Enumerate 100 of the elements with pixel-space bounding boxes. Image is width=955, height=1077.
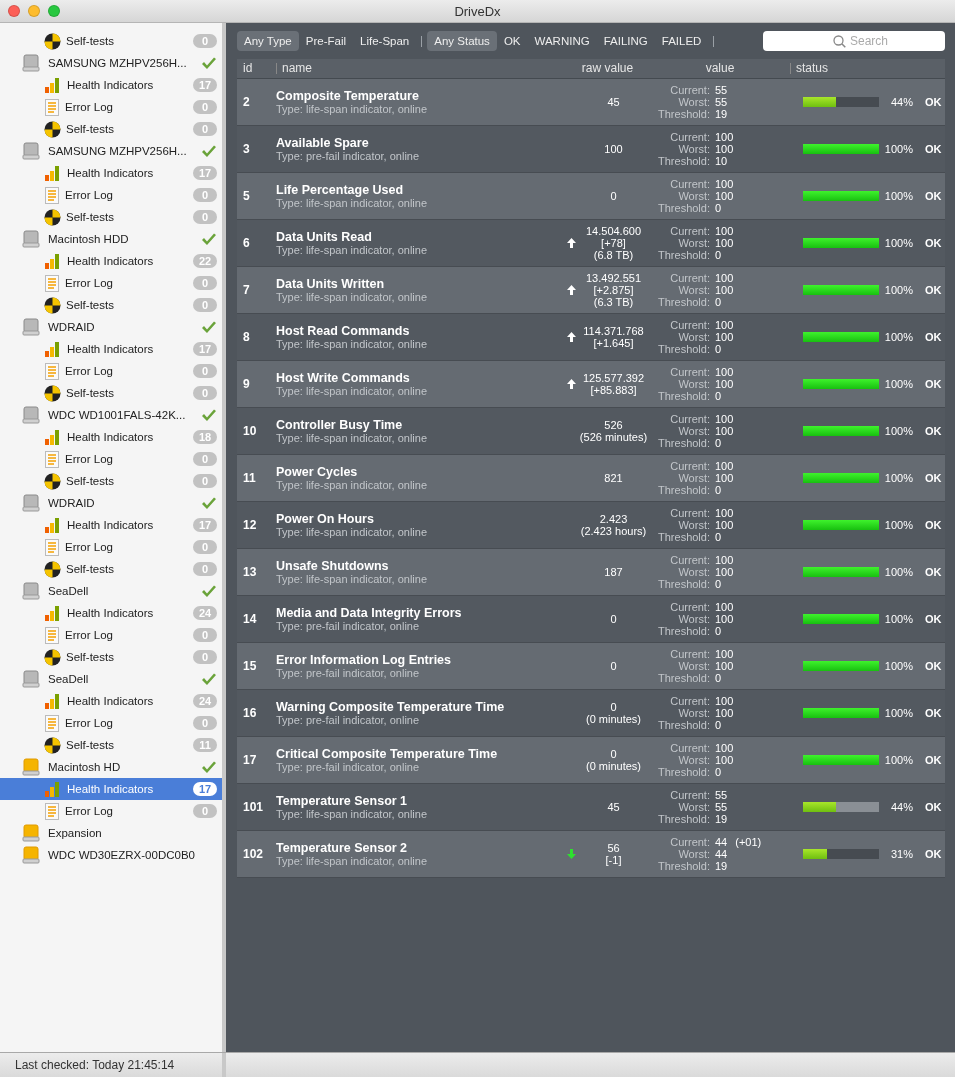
drive-item[interactable]: WDRAID <box>0 316 222 338</box>
value-number: 0 <box>715 249 723 261</box>
item-label: Health Indicators <box>67 343 155 355</box>
indicator-type: Type: life-span indicator, online <box>276 479 429 491</box>
table-row[interactable]: 102 Temperature Sensor 2 Type: life-span indicator, online 56 [-1] Current: 44 (+01) Worst: 44 Threshold: 19 31% OK <box>237 831 945 878</box>
drive-item[interactable]: WDRAID <box>0 492 222 514</box>
sidebar-item[interactable]: Health Indicators 22 <box>0 250 222 272</box>
sidebar-item[interactable]: Self-tests 0 <box>0 558 222 580</box>
drive-item[interactable]: SeaDell <box>0 668 222 690</box>
sidebar-item[interactable]: Self-tests 0 <box>0 30 222 52</box>
id-cell-text: 11 <box>242 471 257 485</box>
sidebar-item[interactable]: Self-tests 0 <box>0 118 222 140</box>
indicator-name: Available Spare <box>276 136 370 150</box>
zoom-button[interactable] <box>48 5 60 17</box>
test-target-icon <box>44 384 61 402</box>
test-target-icon <box>44 296 61 314</box>
percent-text: 100% <box>883 425 913 437</box>
filter-tab[interactable]: Pre-Fail <box>298 31 353 51</box>
sidebar-item[interactable]: Error Log 0 <box>0 712 222 734</box>
sidebar-item[interactable]: Health Indicators 17 <box>0 162 222 184</box>
drive-item[interactable]: Macintosh HDD <box>0 228 222 250</box>
table-row[interactable]: 6 Data Units Read Type: life-span indicator, online 14.504.600 [+78] (6.8 TB) Current: 100 Worst: 100 Threshold: 0 100% OK <box>237 220 945 267</box>
sidebar-item[interactable]: Error Log 0 <box>0 184 222 206</box>
sidebar-item[interactable]: Error Log 0 <box>0 448 222 470</box>
table-row[interactable]: 17 Critical Composite Temperature Time Type: pre-fail indicator, online 0 (0 minutes) Current: 100 Worst: 100 Threshold: 0 100% OK <box>237 737 945 784</box>
sidebar-item[interactable]: Error Log 0 <box>0 96 222 118</box>
column-header[interactable]: value <box>650 63 790 74</box>
raw-value: (6.8 TB) <box>593 249 634 261</box>
filter-tab[interactable]: Any Status <box>427 31 497 51</box>
sidebar-item[interactable]: Health Indicators 17 <box>0 778 222 800</box>
sidebar-item[interactable]: Error Log 0 <box>0 360 222 382</box>
sidebar-item[interactable]: Self-tests 0 <box>0 206 222 228</box>
value-label: Worst: <box>677 707 710 719</box>
table-row[interactable]: 10 Controller Busy Time Type: life-span indicator, online 526 (526 minutes) Current: 100 Worst: 100 Threshold: 0 100% OK <box>237 408 945 455</box>
count-badge: 0 <box>193 474 217 488</box>
sidebar-item[interactable]: Self-tests 0 <box>0 646 222 668</box>
table-row[interactable]: 2 Composite Temperature Type: life-span indicator, online 45 Current: 55 Worst: 55 Threshold: 19 44% OK <box>237 79 945 126</box>
item-label: Health Indicators <box>67 79 155 91</box>
sidebar-item[interactable]: Self-tests 11 <box>0 734 222 756</box>
sidebar-item[interactable]: Error Log 0 <box>0 624 222 646</box>
search-field[interactable]: Search <box>763 31 945 51</box>
sidebar-item[interactable]: Error Log 0 <box>0 800 222 822</box>
sidebar-item[interactable]: Health Indicators 24 <box>0 602 222 624</box>
window-title: DriveDx <box>454 3 501 19</box>
value-label: Threshold: <box>657 578 710 590</box>
drive-item[interactable]: SeaDell <box>0 580 222 602</box>
sidebar-item[interactable]: Error Log 0 <box>0 536 222 558</box>
drive-item[interactable]: SAMSUNG MZHPV256H... <box>0 140 222 162</box>
item-label: Self-tests <box>66 739 115 751</box>
table-row[interactable]: 16 Warning Composite Temperature Time Type: pre-fail indicator, online 0 (0 minutes) Current: 100 Worst: 100 Threshold: 0 100% OK <box>237 690 945 737</box>
percent-text: 100% <box>883 613 913 625</box>
filter-tab[interactable]: Life-Span <box>353 31 417 51</box>
sidebar-item[interactable]: Health Indicators 18 <box>0 426 222 448</box>
drive-item[interactable]: WDC WD1001FALS-42K... <box>0 404 222 426</box>
sidebar-item[interactable]: Health Indicators 24 <box>0 690 222 712</box>
table-row[interactable]: 8 Host Read Commands Type: life-span indicator, online 114.371.768 [+1.645] Current: 100 Worst: 100 Threshold: 0 100% OK <box>237 314 945 361</box>
filter-tab[interactable]: WARNING <box>527 31 597 51</box>
table-row[interactable]: 12 Power On Hours Type: life-span indicator, online 2.423 (2.423 hours) Current: 100 Worst: 100 Threshold: 0 100% OK <box>237 502 945 549</box>
sidebar-item[interactable]: Health Indicators 17 <box>0 74 222 96</box>
status-text: OK <box>925 848 942 860</box>
raw-value: 187 <box>604 566 623 578</box>
table-row[interactable]: 9 Host Write Commands Type: life-span indicator, online 125.577.392 [+85.883] Current: 100 Worst: 100 Threshold: 0 100% OK <box>237 361 945 408</box>
table-row[interactable]: 15 Error Information Log Entries Type: pre-fail indicator, online 0 Current: 100 Worst: 100 Threshold: 0 100% OK <box>237 643 945 690</box>
table-row[interactable]: 5 Life Percentage Used Type: life-span indicator, online 0 Current: 100 Worst: 100 Threshold: 0 100% OK <box>237 173 945 220</box>
filter-tab[interactable]: OK <box>496 31 528 51</box>
column-header[interactable]: id <box>237 63 276 74</box>
drive-item[interactable]: Expansion <box>0 822 222 844</box>
drive-item[interactable]: WDC WD30EZRX-00DC0B0 <box>0 844 222 866</box>
raw-value: 0 <box>610 613 617 625</box>
sidebar-item[interactable]: Health Indicators 17 <box>0 338 222 360</box>
status-text: OK <box>925 754 942 766</box>
filter-tab[interactable]: Any Type <box>237 31 299 51</box>
sidebar-item[interactable]: Error Log 0 <box>0 272 222 294</box>
table-row[interactable]: 101 Temperature Sensor 1 Type: life-span indicator, online 45 Current: 55 Worst: 55 Threshold: 19 44% OK <box>237 784 945 831</box>
table-row[interactable]: 13 Unsafe Shutdowns Type: life-span indicator, online 187 Current: 100 Worst: 100 Threshold: 0 100% OK <box>237 549 945 596</box>
percent-text: 31% <box>889 848 913 860</box>
column-header[interactable]: raw value <box>565 63 650 74</box>
table-row[interactable]: 11 Power Cycles Type: life-span indicator, online 821 Current: 100 Worst: 100 Threshold: 0 100% OK <box>237 455 945 502</box>
sidebar-item[interactable]: Self-tests 0 <box>0 294 222 316</box>
table-row[interactable]: 7 Data Units Written Type: life-span indicator, online 13.492.551 [+2.875] (6.3 TB) Current: 100 Worst: 100 Threshold: 0 100% OK <box>237 267 945 314</box>
bar-chart-icon <box>44 164 62 182</box>
table-row[interactable]: 3 Available Spare Type: pre-fail indicator, online 100 Current: 100 Worst: 100 Threshold: 10 100% OK <box>237 126 945 173</box>
value-number: 0 <box>715 390 723 402</box>
indicator-type: Type: life-span indicator, online <box>276 855 429 867</box>
drive-item[interactable]: SAMSUNG MZHPV256H... <box>0 52 222 74</box>
value-number: 100 <box>715 742 735 754</box>
sidebar-item[interactable]: Self-tests 0 <box>0 382 222 404</box>
column-header[interactable]: name <box>276 63 565 74</box>
minimize-button[interactable] <box>28 5 40 17</box>
drive-item[interactable]: Macintosh HD <box>0 756 222 778</box>
close-button[interactable] <box>8 5 20 17</box>
indicator-name: Data Units Read <box>276 230 373 244</box>
sidebar-item[interactable]: Health Indicators 17 <box>0 514 222 536</box>
filter-tab[interactable]: FAILED <box>654 31 709 51</box>
sidebar-item[interactable]: Self-tests 0 <box>0 470 222 492</box>
column-header[interactable]: status <box>790 63 945 74</box>
document-icon <box>44 714 60 732</box>
filter-tab[interactable]: FAILING <box>596 31 655 51</box>
table-row[interactable]: 14 Media and Data Integrity Errors Type: pre-fail indicator, online 0 Current: 100 Worst: 100 Threshold: 0 100% OK <box>237 596 945 643</box>
value-label: Threshold: <box>657 108 710 120</box>
